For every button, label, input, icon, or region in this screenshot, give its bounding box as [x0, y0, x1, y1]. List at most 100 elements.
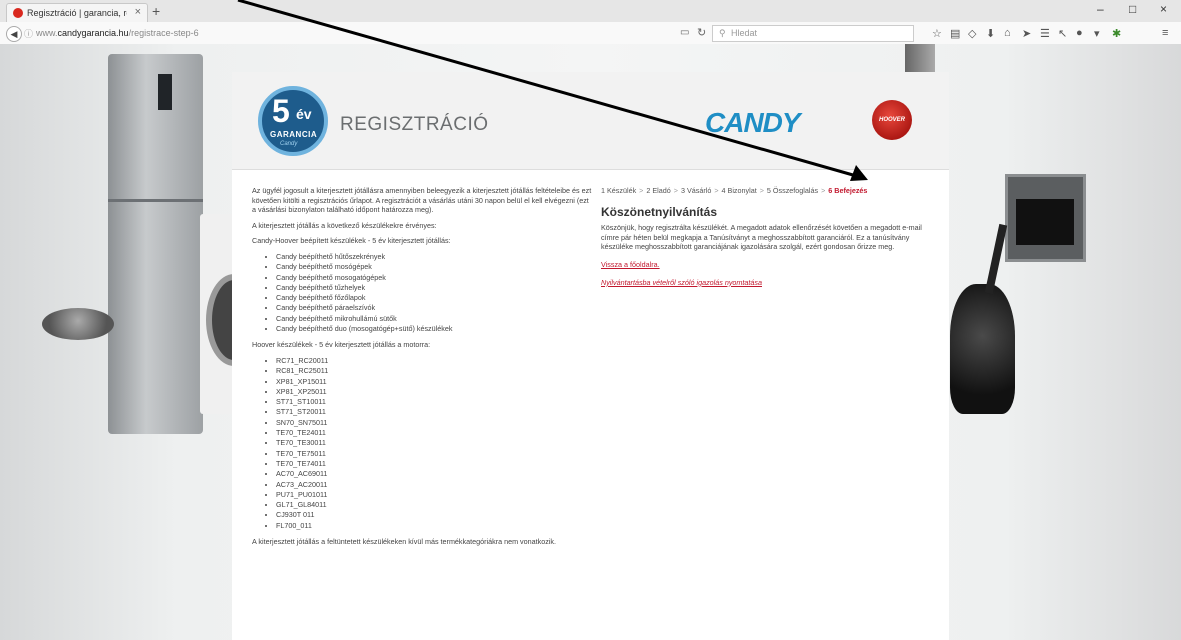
page-title: REGISZTRÁCIÓ [340, 114, 489, 135]
step-item: 2 Eladó [646, 186, 671, 195]
washing-machine-image [200, 214, 262, 414]
thanks-title: Köszönetnyilvánítás [601, 204, 718, 219]
address-bar[interactable]: www.candygarancia.hu/registrace-step-6 [36, 28, 199, 38]
close-tab-icon[interactable]: × [135, 6, 141, 18]
hoover-list-item: AC73_AC20011 [276, 480, 592, 490]
downloads-icon[interactable]: ⬇ [986, 27, 995, 40]
print-certificate-link[interactable]: Nyilvántartásba vételről szóló igazolás … [601, 278, 931, 288]
hoover-heading: Hoover készülékek - 5 év kiterjesztett j… [252, 340, 431, 350]
fridge-image [108, 54, 203, 434]
candy-heading: Candy-Hoover beépített készülékek - 5 év… [252, 236, 451, 246]
confirmation-section: 1 Készülék >2 Eladó >3 Vásárló >4 Bizonylat… [601, 186, 931, 295]
reload-icon[interactable]: ↻ [697, 26, 706, 39]
hoover-list-item: RC81_RC25011 [276, 366, 592, 376]
step-item: 1 Készülék [601, 186, 637, 195]
candy-list-item: Candy beépíthető páraelszívók [276, 303, 592, 313]
step-item: 5 Összefoglalás [766, 186, 819, 195]
search-input[interactable]: ⚲ Hledat [712, 25, 914, 42]
candy-logo: CANDY [705, 107, 801, 138]
step-separator: > [639, 186, 644, 195]
chat-icon[interactable]: ☰ [1040, 27, 1050, 40]
candy-list-item: Candy beépíthető mosogatógépek [276, 273, 592, 283]
candy-list-item: Candy beépíthető duo (mosogatógép+sütő) … [276, 324, 592, 334]
maximize-icon[interactable]: □ [1129, 2, 1136, 16]
send-icon[interactable]: ➤ [1022, 27, 1031, 40]
vacuum-cleaner-image [950, 223, 1015, 414]
hoover-list-item: RC71_RC20011 [276, 356, 592, 366]
candy-list-item: Candy beépíthető hűtőszekrények [276, 252, 592, 262]
candy-list-item: Candy beépíthető tűzhelyek [276, 283, 592, 293]
hoover-list-item: PU71_PU01011 [276, 490, 592, 500]
menu-icon[interactable]: ≡ [1162, 27, 1168, 39]
thanks-body: Köszönjük, hogy regisztrálta készülékét.… [601, 223, 922, 252]
pocket-icon[interactable]: ◇ [968, 27, 976, 40]
hoover-list-item: TE70_TE75011 [276, 449, 592, 459]
close-window-icon[interactable]: × [1160, 2, 1167, 16]
warranty-badge-logo: 5 év GARANCIA Candy [258, 86, 328, 156]
footer-text: A kiterjesztett jótállás a feltüntetett … [252, 536, 557, 546]
step-breadcrumb: 1 Készülék >2 Eladó >3 Vásárló >4 Bizonylat… [601, 186, 931, 196]
step-item: 4 Bizonylat [721, 186, 757, 195]
valid-for-text: A kiterjesztett jótállás a következő kés… [252, 220, 437, 230]
hoover-list-item: CJ930T 011 [276, 510, 592, 520]
hoover-list-item: TE70_TE74011 [276, 459, 592, 469]
tab-bar: Regisztráció | garancia, re... × + – □ × [0, 0, 1181, 23]
nav-bar: ◀ ⓘ www.candygarancia.hu/registrace-step… [0, 22, 1181, 45]
step-separator: > [673, 186, 678, 195]
hoover-list-item: ST71_ST10011 [276, 397, 592, 407]
new-tab-button[interactable]: + [152, 3, 160, 19]
hoover-list-item: AC70_AC69011 [276, 469, 592, 479]
content-panel: 5 év GARANCIA Candy REGISZTRÁCIÓ CANDY H… [232, 72, 949, 640]
bookmark-star-icon[interactable]: ☆ [932, 27, 942, 40]
robot-vacuum-image [42, 308, 114, 340]
addon-icon[interactable]: ✱ [1112, 27, 1121, 40]
page-background: 5 év GARANCIA Candy REGISZTRÁCIÓ CANDY H… [0, 44, 1181, 640]
step-separator: > [821, 186, 826, 195]
badge-brand: Candy [280, 141, 298, 147]
hoover-list-item: ST71_ST20011 [276, 407, 592, 417]
hoover-list-item: TE70_TE30011 [276, 438, 592, 448]
candy-list-item: Candy beépíthető főzőlapok [276, 293, 592, 303]
badge-number: 5 [272, 93, 290, 129]
hoover-list-item: TE70_TE24011 [276, 428, 592, 438]
bookmarks-list-icon[interactable]: ▤ [950, 27, 960, 40]
minimize-icon[interactable]: – [1097, 2, 1104, 16]
warranty-info: Az ügyfél jogosult a kiterjesztett jótál… [252, 186, 592, 553]
hoover-list: RC71_RC20011RC81_RC25011XP81_XP15011XP81… [252, 356, 592, 531]
step-item: 3 Vásárló [680, 186, 712, 195]
home-icon[interactable]: ⌂ [1004, 27, 1011, 39]
page-header: 5 év GARANCIA Candy REGISZTRÁCIÓ CANDY H… [232, 72, 949, 170]
oven-image [1005, 174, 1086, 262]
browser-tab[interactable]: Regisztráció | garancia, re... × [6, 3, 148, 23]
hoover-list-item: SN70_SN75011 [276, 418, 592, 428]
step-separator: > [759, 186, 764, 195]
search-icon: ⚲ [719, 28, 726, 38]
step-item: 6 Befejezés [828, 186, 868, 195]
candy-list: Candy beépíthető hűtőszekrényekCandy beé… [252, 252, 592, 334]
fridge-panel [158, 74, 172, 110]
candy-list-item: Candy beépíthető mikrohullámú sütők [276, 314, 592, 324]
site-info-icon[interactable]: ⓘ [24, 27, 33, 40]
search-placeholder: Hledat [731, 28, 758, 38]
url-prefix: www. [36, 28, 58, 38]
hoover-list-item: XP81_XP25011 [276, 387, 592, 397]
candy-list-item: Candy beépíthető mosógépek [276, 262, 592, 272]
step-separator: > [714, 186, 719, 195]
badge-garancia: GARANCIA [270, 130, 318, 139]
tab-title: Regisztráció | garancia, re... [27, 8, 127, 18]
badge-ev: év [296, 106, 312, 122]
cursor-icon[interactable]: ↖ [1058, 27, 1067, 40]
extension-dropdown-icon[interactable]: ▾ [1094, 27, 1100, 40]
extension-icon[interactable]: ● [1076, 27, 1083, 39]
back-button[interactable]: ◀ [6, 26, 22, 42]
intro-text: Az ügyfél jogosult a kiterjesztett jótál… [252, 186, 592, 215]
back-to-home-link[interactable]: Vissza a főoldalra. [601, 260, 931, 270]
reader-view-icon[interactable]: ▭ [680, 27, 689, 38]
hoover-list-item: FL700_011 [276, 521, 592, 531]
url-path: /registrace-step-6 [128, 28, 199, 38]
hoover-list-item: XP81_XP15011 [276, 377, 592, 387]
fridge-split [108, 199, 203, 202]
url-domain: candygarancia.hu [57, 28, 129, 38]
hoover-logo: HOOVER [872, 100, 912, 140]
hoover-list-item: GL71_GL84011 [276, 500, 592, 510]
